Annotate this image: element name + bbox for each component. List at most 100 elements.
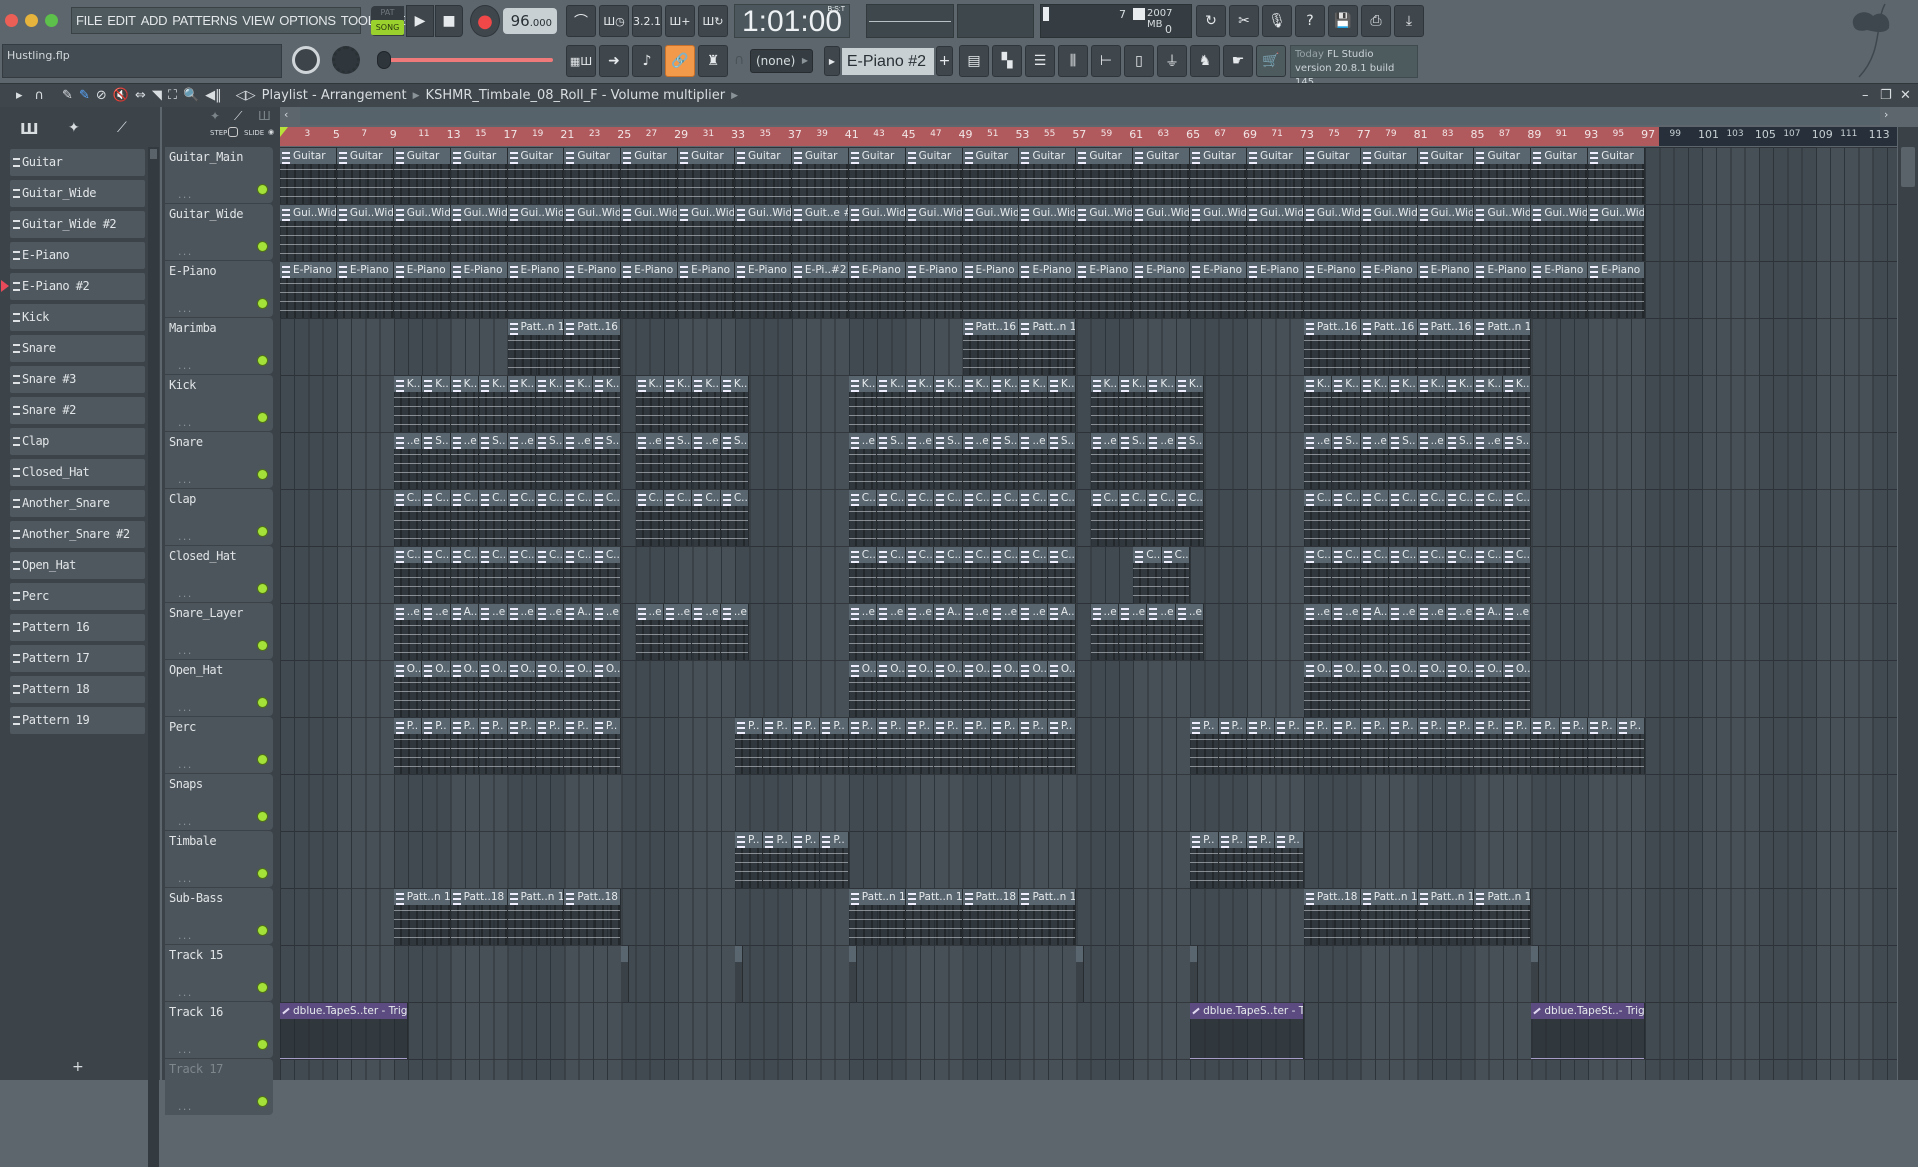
track-header[interactable]: Open_Hat... (165, 660, 273, 716)
paint-tool-icon[interactable]: ✎ (79, 88, 90, 103)
pattern-clip[interactable]: Gui..Wide (393, 205, 451, 261)
pattern-clip[interactable]: ..e (1502, 604, 1532, 660)
pattern-clip[interactable]: S.. (720, 433, 750, 489)
pattern-clip[interactable]: K.. (1446, 376, 1475, 432)
pattern-clip[interactable]: P.. (535, 718, 565, 774)
pattern-clip[interactable]: C.. (720, 490, 750, 546)
pattern-clip[interactable]: E-Piano (678, 262, 736, 318)
pattern-clip[interactable]: P.. (422, 718, 451, 774)
track-options-icon[interactable]: ... (177, 761, 192, 771)
pattern-clip[interactable]: ..e (1332, 604, 1361, 660)
pattern-clip[interactable]: ..e (962, 433, 991, 489)
pattern-clip[interactable]: ..e (393, 433, 423, 489)
pattern-clip[interactable]: C.. (450, 547, 480, 603)
channel-item[interactable]: Another_Snare (10, 490, 145, 517)
pattern-clip[interactable]: P.. (1019, 718, 1048, 774)
pattern-clip[interactable]: E-Piano (1531, 262, 1589, 318)
pattern-clip[interactable]: S.. (592, 433, 622, 489)
playlist-icon[interactable]: ▤ (959, 45, 989, 77)
pattern-clip[interactable]: P.. (1531, 718, 1560, 774)
pattern-clip[interactable]: Patt..n 18 (507, 889, 565, 945)
pattern-clip[interactable]: ..e (848, 604, 878, 660)
track-options-icon[interactable]: ... (177, 191, 192, 201)
pattern-clip[interactable]: C.. (692, 490, 721, 546)
menu-file[interactable]: FILE (76, 13, 103, 28)
pattern-clip[interactable]: K.. (1332, 376, 1361, 432)
pattern-clip[interactable]: Gui..Wide (962, 205, 1020, 261)
pattern-clip[interactable]: Guitar (735, 148, 792, 204)
pattern-clip[interactable]: Gui..Wide (1474, 205, 1532, 261)
pattern-clip[interactable]: A.. (450, 604, 480, 660)
song-position-display[interactable]: 1:01:00 B:S:T (734, 4, 850, 38)
track-options-icon[interactable]: ... (177, 932, 192, 942)
pattern-clip[interactable]: K.. (991, 376, 1020, 432)
pattern-clip[interactable]: Guitar (1360, 148, 1418, 204)
pattern-clip[interactable]: Guitar (1019, 148, 1077, 204)
track-header[interactable]: E-Piano... (165, 261, 273, 317)
project-files-icon[interactable]: ▯ (1124, 45, 1154, 77)
pattern-clip[interactable]: Gui..Wide (280, 205, 337, 261)
track-enable-led[interactable] (258, 584, 267, 593)
pattern-clip[interactable]: K.. (720, 376, 750, 432)
pattern-clip[interactable]: ..e (991, 604, 1020, 660)
pattern-clip[interactable]: P.. (1417, 718, 1447, 774)
pattern-clip[interactable]: C.. (962, 490, 991, 546)
automation-clip[interactable]: dblue.TapeSt..- Trigger #2 (1531, 1003, 1646, 1059)
pattern-clip[interactable]: P.. (1190, 832, 1219, 888)
pattern-clip[interactable]: Patt..n 18 (1360, 889, 1418, 945)
pattern-clip[interactable]: C.. (1147, 490, 1176, 546)
loop-record-icon[interactable]: Ш↻ (698, 5, 728, 37)
channel-item[interactable]: Pattern 16 (10, 614, 145, 641)
pattern-clip[interactable]: ..e (1360, 433, 1390, 489)
pattern-clip[interactable]: P.. (1275, 832, 1304, 888)
pattern-clip[interactable]: C.. (1446, 547, 1475, 603)
pattern-clip[interactable]: C.. (535, 547, 565, 603)
pattern-clip[interactable]: C.. (507, 547, 536, 603)
track-options-icon[interactable]: ... (177, 476, 192, 486)
pattern-clip[interactable]: C.. (1332, 547, 1361, 603)
pattern-clip[interactable]: E-Piano (1019, 262, 1077, 318)
pattern-clip[interactable]: P.. (962, 718, 991, 774)
countdown-icon[interactable]: 3.2.1 (632, 5, 662, 37)
pattern-clip[interactable]: C.. (1502, 490, 1532, 546)
pattern-clip[interactable]: O.. (507, 661, 536, 717)
pattern-clip[interactable]: S.. (877, 433, 906, 489)
pattern-clip[interactable]: Gui..Wide (507, 205, 565, 261)
pattern-clip[interactable]: ..e (450, 433, 480, 489)
patterns-tab-icon[interactable]: Ш (20, 120, 39, 138)
snap-selector[interactable]: (none) ▶ (750, 49, 813, 73)
pattern-clip[interactable]: O.. (991, 661, 1020, 717)
pattern-clip[interactable]: P.. (820, 832, 849, 888)
playback-tool-icon[interactable]: ◀‖ (205, 88, 222, 103)
pattern-clip[interactable]: P.. (1332, 718, 1361, 774)
pattern-clip[interactable]: S.. (991, 433, 1020, 489)
pattern-clip[interactable]: E-Piano (1303, 262, 1361, 318)
track-enable-led[interactable] (258, 755, 267, 764)
pattern-clip[interactable]: Patt..18 (564, 889, 622, 945)
pattern-clip[interactable]: E-Piano (564, 262, 622, 318)
track-header[interactable]: Closed_Hat... (165, 546, 273, 602)
pattern-clip[interactable]: Guitar (678, 148, 736, 204)
pattern-clip[interactable]: Guitar (791, 148, 849, 204)
pattern-clip[interactable]: Guitar (905, 148, 963, 204)
pattern-clip[interactable]: ..e (422, 604, 451, 660)
channel-rack-icon[interactable]: ▚ (992, 45, 1022, 77)
pattern-clip[interactable]: ..e (905, 433, 935, 489)
pattern-clip[interactable]: Guitar (1588, 148, 1646, 204)
pattern-clip[interactable]: Gui..Wide (1588, 205, 1646, 261)
pattern-clip[interactable]: ..e (1417, 433, 1447, 489)
pattern-clip[interactable]: C.. (1019, 547, 1048, 603)
pattern-clip[interactable]: P.. (905, 718, 935, 774)
record-button[interactable]: ● (470, 5, 500, 37)
pattern-clip[interactable]: ..e (663, 604, 693, 660)
pattern-clip[interactable]: Patt..18 (1303, 889, 1361, 945)
track-options-icon[interactable]: ... (177, 989, 192, 999)
track-options-icon[interactable]: ... (177, 533, 192, 543)
play-button[interactable]: ▶ (406, 5, 434, 37)
audio-clip[interactable] (735, 946, 744, 1002)
note-icon[interactable]: ♪ (632, 45, 662, 77)
pattern-clip[interactable]: K.. (1118, 376, 1148, 432)
pattern-clip[interactable]: O.. (1332, 661, 1361, 717)
slider-handle[interactable] (377, 51, 391, 69)
minimize-window-button[interactable] (25, 14, 38, 27)
